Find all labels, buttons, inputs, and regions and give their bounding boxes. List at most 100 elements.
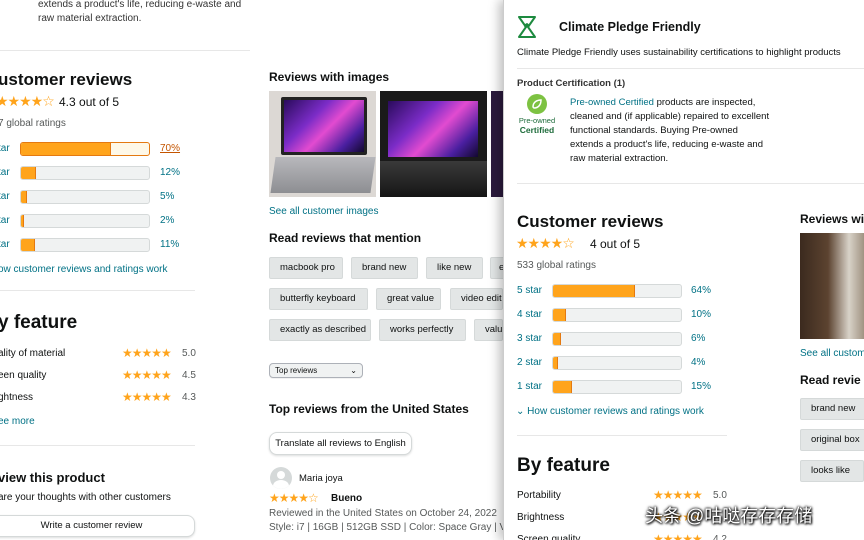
rating-bar[interactable] <box>552 332 682 346</box>
review-image[interactable] <box>800 233 864 339</box>
mention-chip[interactable]: exactly as described <box>269 319 371 341</box>
desc-line: extends a product's life, reducing e-was… <box>38 0 242 10</box>
review-image[interactable] <box>380 91 487 197</box>
write-review-button[interactable]: Write a customer review <box>0 515 195 537</box>
feature-rating: 4.2 <box>713 534 727 540</box>
rating-percent-link[interactable]: 4% <box>691 357 705 368</box>
star-filter-link[interactable]: tar <box>0 143 10 154</box>
cpf-description: Climate Pledge Friendly uses sustainabil… <box>517 47 841 58</box>
customer-reviews-title: ustomer reviews <box>0 70 133 89</box>
rating-bar-fill <box>553 357 559 369</box>
rating-bar[interactable] <box>20 190 150 204</box>
read-reviews-mention-title: Read revie <box>800 373 861 387</box>
mention-chip[interactable]: works perfectly <box>379 319 466 341</box>
badge-text: Certified <box>519 125 555 135</box>
cpf-title: Climate Pledge Friendly <box>559 20 701 34</box>
mention-chip[interactable]: like new <box>426 257 483 279</box>
rating-bar[interactable] <box>20 142 150 156</box>
rating-bar-fill <box>21 239 36 251</box>
mention-chip[interactable]: great value <box>376 288 441 310</box>
review-date: Reviewed in the United States on October… <box>269 508 497 519</box>
mention-chip[interactable]: macbook pro <box>269 257 343 279</box>
rating-percent-link[interactable]: 15% <box>691 381 711 392</box>
feature-rating: 4.3 <box>182 392 196 403</box>
see-more-link[interactable]: ee more <box>0 416 35 427</box>
review-image[interactable] <box>491 91 503 197</box>
customer-reviews-title: Customer reviews <box>517 212 664 231</box>
mention-chip[interactable]: brand new <box>351 257 418 279</box>
sort-dropdown-label: Top reviews <box>275 366 318 375</box>
mention-chip[interactable]: butterfly keyboard <box>269 288 368 310</box>
rating-stars: ★★★★☆ <box>0 93 55 109</box>
rating-bar-fill <box>553 333 561 345</box>
star-filter-link[interactable]: 4 star <box>517 309 542 320</box>
rating-bar-fill <box>21 215 24 227</box>
star-filter-link[interactable]: tar <box>0 215 10 226</box>
mention-chip[interactable]: value <box>474 319 503 341</box>
mention-chip[interactable]: brand new <box>800 398 864 420</box>
rating-bar[interactable] <box>552 380 682 394</box>
global-ratings: 533 global ratings <box>517 260 596 271</box>
feature-name: een quality <box>0 370 47 381</box>
how-reviews-work-label: How customer reviews and ratings work <box>527 406 704 417</box>
rating-percent-link[interactable]: 10% <box>691 309 711 320</box>
rating-percent-link[interactable]: 6% <box>691 333 705 344</box>
rating-bar[interactable] <box>552 308 682 322</box>
rating-bar[interactable] <box>552 356 682 370</box>
feature-name: Portability <box>517 490 561 501</box>
how-reviews-work-link[interactable]: ⌄ How customer reviews and ratings work <box>516 406 704 417</box>
review-image[interactable] <box>269 91 376 197</box>
feature-stars: ★★★★★ <box>122 390 172 404</box>
rating-bar[interactable] <box>552 284 682 298</box>
cert-description: Pre-owned Certified products are inspect… <box>570 96 790 166</box>
rating-percent-link[interactable]: 5% <box>160 191 174 202</box>
feature-rating: 4.5 <box>182 370 196 381</box>
preowned-certified-link[interactable]: Pre-owned Certified <box>570 97 654 108</box>
star-filter-link[interactable]: tar <box>0 167 10 178</box>
review-product-title: view this product <box>0 470 105 485</box>
rating-bar-fill <box>21 191 28 203</box>
rating-bar[interactable] <box>20 214 150 228</box>
preowned-certified-badge[interactable]: Pre-owned Certified <box>517 94 557 140</box>
rating-percent-link[interactable]: 64% <box>691 285 711 296</box>
rating-bar-fill <box>553 381 573 393</box>
rating-bar-fill <box>21 143 111 155</box>
by-feature-title: y feature <box>0 312 78 333</box>
cert-text: functional standards. Buying Pre-owned <box>570 125 738 136</box>
feature-name: ality of material <box>0 348 66 359</box>
how-reviews-work-link[interactable]: ow customer reviews and ratings work <box>0 264 168 275</box>
chevron-down-icon: ⌄ <box>516 406 528 417</box>
rating-text: 4 out of 5 <box>590 237 641 251</box>
star-filter-link[interactable]: tar <box>0 239 10 250</box>
cert-text: extends a product's life, reducing e-was… <box>570 139 763 150</box>
sort-dropdown[interactable]: Top reviews ⌄ <box>269 363 363 378</box>
rating-percent-link[interactable]: 11% <box>160 239 179 250</box>
review-title[interactable]: Bueno <box>331 493 362 504</box>
star-filter-link[interactable]: tar <box>0 191 10 202</box>
mention-chip[interactable]: looks like <box>800 460 864 482</box>
by-feature-title: By feature <box>517 455 610 476</box>
see-all-images-link[interactable]: See all customer images <box>269 206 379 217</box>
see-all-images-link[interactable]: See all custom <box>800 348 864 359</box>
feature-stars: ★★★★★ <box>122 346 172 360</box>
rating-percent-link[interactable]: 2% <box>160 215 174 226</box>
rating-percent-link[interactable]: 12% <box>160 167 180 178</box>
mention-chip[interactable]: video edit <box>450 288 503 310</box>
star-filter-link[interactable]: 5 star <box>517 285 542 296</box>
feature-stars: ★★★★★ <box>653 488 703 502</box>
star-filter-link[interactable]: 1 star <box>517 381 542 392</box>
rating-bar-fill <box>553 285 635 297</box>
star-filter-link[interactable]: 3 star <box>517 333 542 344</box>
rating-percent-link[interactable]: 70% <box>160 143 180 154</box>
review-style[interactable]: Style: i7 | 16GB | 512GB SSD | Color: Sp… <box>269 522 506 533</box>
feature-stars: ★★★★★ <box>122 368 172 382</box>
star-filter-link[interactable]: 2 star <box>517 357 542 368</box>
rating-bar[interactable] <box>20 238 150 252</box>
translate-reviews-button[interactable]: Translate all reviews to English <box>269 432 412 455</box>
cert-text: cleaned and (if applicable) repaired to … <box>570 111 770 122</box>
top-reviews-title: Top reviews from the United States <box>269 402 469 416</box>
mention-chip[interactable]: original box <box>800 429 864 451</box>
rating-bar[interactable] <box>20 166 150 180</box>
reviews-with-images-title: Reviews with images <box>269 70 390 84</box>
climate-pledge-panel: Climate Pledge Friendly Climate Pledge F… <box>503 0 864 540</box>
